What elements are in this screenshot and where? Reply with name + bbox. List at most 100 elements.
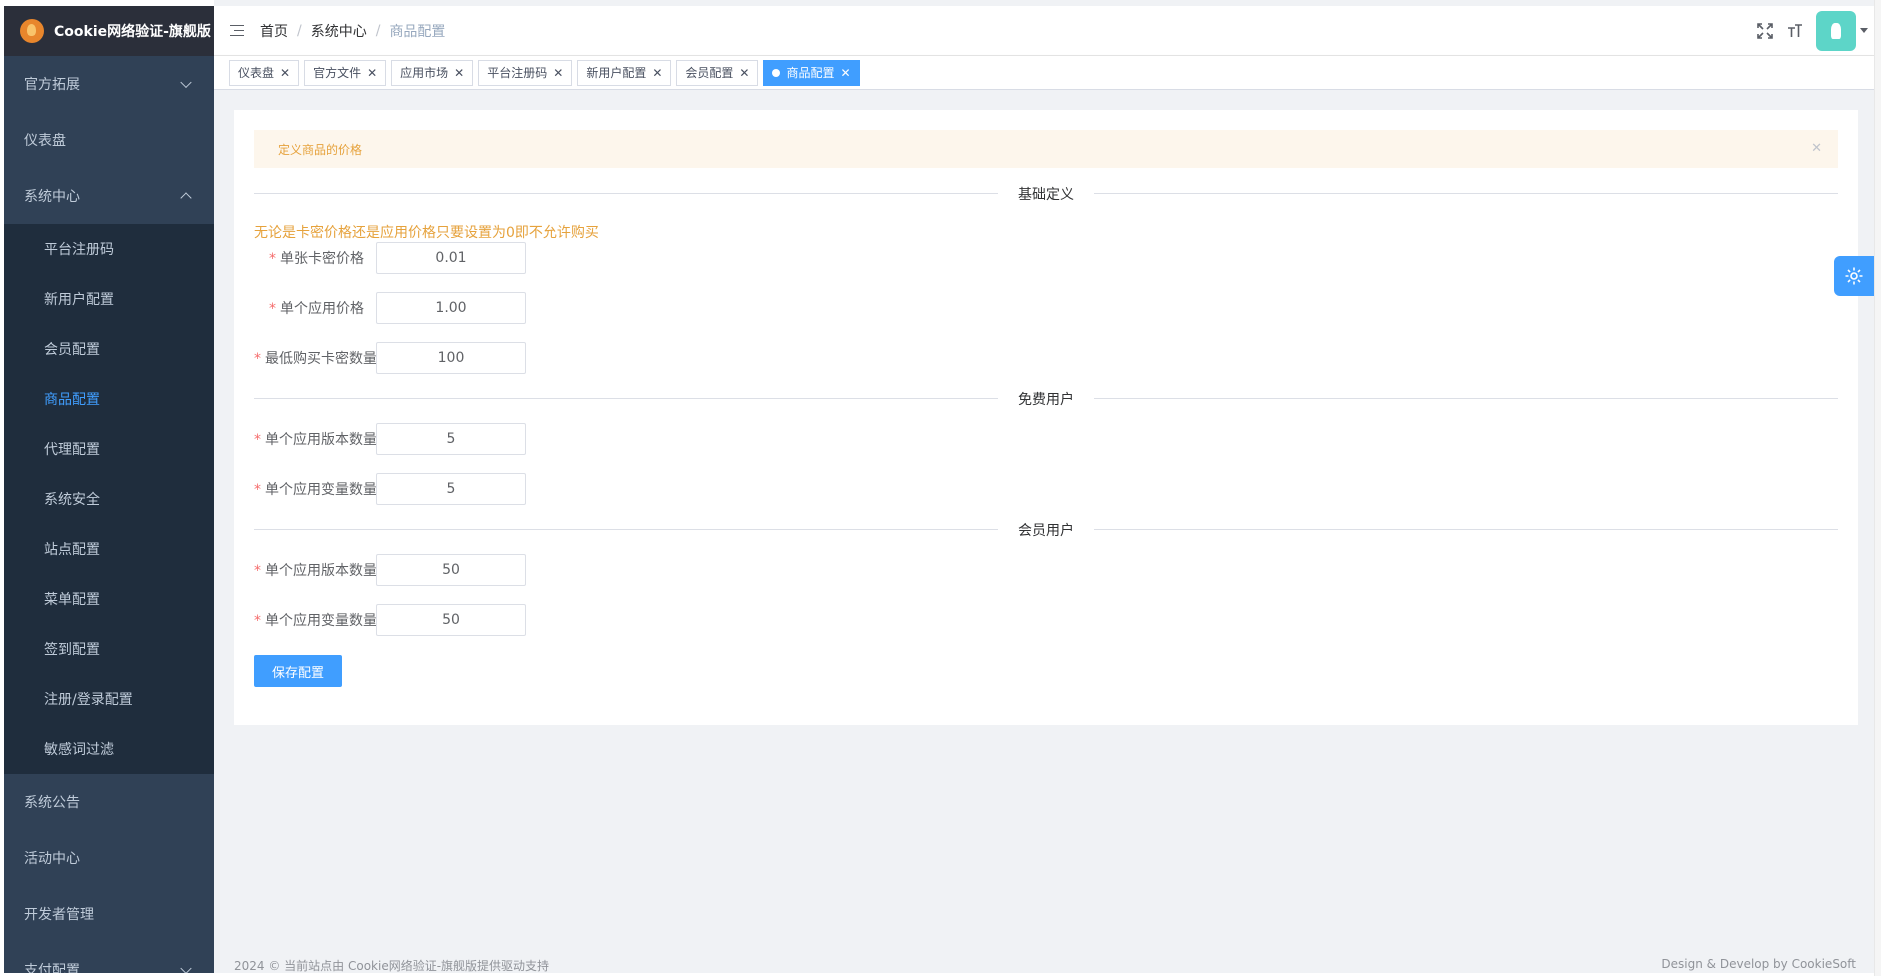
sidebar-item-payment-config[interactable]: 支付配置 <box>4 942 214 973</box>
tags-view: 仪表盘 ✕ 官方文件 ✕ 应用市场 ✕ 平台注册码 ✕ 新用户配置 ✕ 会员配置 ✕ 商品配… <box>214 56 1874 90</box>
close-icon[interactable]: ✕ <box>553 61 563 85</box>
tag-member-config[interactable]: 会员配置 ✕ <box>676 59 759 86</box>
sidebar-item-activity-center[interactable]: 活动中心 <box>4 830 214 886</box>
section-title: 会员用户 <box>998 520 1094 540</box>
submenu-item-site-config[interactable]: 站点配置 <box>4 524 214 574</box>
font-size-icon[interactable] <box>1780 16 1810 46</box>
form-label: * 单个应用版本数量 <box>254 563 377 579</box>
member-versions-input[interactable] <box>376 554 526 586</box>
required-mark: * <box>254 563 261 579</box>
sidebar-item-official-extension[interactable]: 官方拓展 <box>4 56 214 112</box>
main-content: 定义商品的价格 ✕ 基础定义 无论是卡密价格还是应用价格只要设置为0即不允许购买… <box>214 90 1874 973</box>
tag-label: 新用户配置 <box>586 65 647 80</box>
free-variables-input[interactable] <box>376 473 526 505</box>
sidebar-item-label: 活动中心 <box>24 851 80 867</box>
required-mark: * <box>254 432 261 448</box>
app-title: Cookie网络验证-旗舰版 <box>54 24 211 40</box>
section-title: 免费用户 <box>998 389 1094 409</box>
submenu-item-new-user-config[interactable]: 新用户配置 <box>4 274 214 324</box>
submenu-item-register-login-config[interactable]: 注册/登录配置 <box>4 674 214 724</box>
form-label: * 单个应用价格 <box>269 301 364 317</box>
alert-text: 定义商品的价格 <box>278 142 363 157</box>
submenu-item-system-security[interactable]: 系统安全 <box>4 474 214 524</box>
gear-icon[interactable] <box>1834 256 1874 296</box>
submenu-item-label: 签到配置 <box>44 642 100 658</box>
tag-platform-code[interactable]: 平台注册码 ✕ <box>478 59 573 86</box>
sidebar-item-system-center[interactable]: 系统中心 <box>4 168 214 224</box>
submenu-item-sensitive-words[interactable]: 敏感词过滤 <box>4 724 214 774</box>
tag-label: 会员配置 <box>685 65 734 80</box>
submenu-item-label: 商品配置 <box>44 392 100 408</box>
product-config-card: 定义商品的价格 ✕ 基础定义 无论是卡密价格还是应用价格只要设置为0即不允许购买… <box>234 110 1858 725</box>
form-row-free-variables: * 单个应用变量数量 <box>254 473 526 505</box>
close-icon[interactable]: ✕ <box>652 61 662 85</box>
submenu-item-checkin-config[interactable]: 签到配置 <box>4 624 214 674</box>
card-price-input[interactable] <box>376 242 526 274</box>
submenu-item-label: 注册/登录配置 <box>44 692 133 708</box>
app-logo-icon <box>20 19 44 43</box>
close-icon[interactable]: ✕ <box>454 61 464 85</box>
footer-copyright: 2024 © 当前站点由 Cookie网络验证-旗舰版提供驱动支持 <box>234 959 550 973</box>
caret-down-icon[interactable] <box>1860 28 1868 33</box>
form-row-member-variables: * 单个应用变量数量 <box>254 604 526 636</box>
sidebar-item-label: 支付配置 <box>24 963 80 973</box>
form-row-card-price: * 单张卡密价格 <box>254 242 526 274</box>
close-icon[interactable]: ✕ <box>840 61 850 85</box>
tag-app-market[interactable]: 应用市场 ✕ <box>391 59 474 86</box>
required-mark: * <box>254 613 261 629</box>
submenu-item-menu-config[interactable]: 菜单配置 <box>4 574 214 624</box>
form-row-member-versions: * 单个应用版本数量 <box>254 554 526 586</box>
free-versions-input[interactable] <box>376 423 526 455</box>
app-logo-bar[interactable]: Cookie网络验证-旗舰版 <box>4 6 214 56</box>
form-label: * 单个应用变量数量 <box>254 613 377 629</box>
tag-dashboard[interactable]: 仪表盘 ✕ <box>229 59 300 86</box>
breadcrumb-separator: / <box>375 22 381 39</box>
min-cards-input[interactable] <box>376 342 526 374</box>
save-config-button[interactable]: 保存配置 <box>254 655 342 687</box>
close-icon[interactable]: ✕ <box>739 61 749 85</box>
breadcrumb: 首页 / 系统中心 / 商品配置 <box>260 21 445 41</box>
hamburger-icon[interactable] <box>230 24 244 37</box>
sidebar: Cookie网络验证-旗舰版 官方拓展 仪表盘 系统中心 平台注册码 新用户配置… <box>4 6 214 973</box>
avatar[interactable] <box>1816 10 1856 51</box>
submenu-item-label: 系统安全 <box>44 492 100 508</box>
submenu-item-label: 站点配置 <box>44 542 100 558</box>
form-row-app-price: * 单个应用价格 <box>254 292 526 324</box>
sidebar-item-announcements[interactable]: 系统公告 <box>4 774 214 830</box>
submenu-item-platform-code[interactable]: 平台注册码 <box>4 224 214 274</box>
tag-label: 平台注册码 <box>487 65 548 80</box>
section-divider-free: 免费用户 <box>254 389 1838 409</box>
close-icon[interactable]: ✕ <box>280 61 290 85</box>
footer-credit: Design & Develop by CookieSoft <box>1661 957 1856 971</box>
close-icon[interactable]: ✕ <box>1811 141 1822 156</box>
app-price-input[interactable] <box>376 292 526 324</box>
form-row-free-versions: * 单个应用版本数量 <box>254 423 526 455</box>
submenu-item-label: 平台注册码 <box>44 242 114 258</box>
sidebar-item-dashboard[interactable]: 仪表盘 <box>4 112 214 168</box>
price-warning: 无论是卡密价格还是应用价格只要设置为0即不允许购买 <box>254 225 599 241</box>
submenu-item-label: 菜单配置 <box>44 592 100 608</box>
submenu-item-member-config[interactable]: 会员配置 <box>4 324 214 374</box>
breadcrumb-system-center[interactable]: 系统中心 <box>311 21 367 41</box>
breadcrumb-current: 商品配置 <box>389 23 446 40</box>
submenu-item-agent-config[interactable]: 代理配置 <box>4 424 214 474</box>
window-edge <box>1874 0 1881 976</box>
chevron-up-icon <box>180 192 192 204</box>
required-mark: * <box>269 251 276 267</box>
system-center-submenu: 平台注册码 新用户配置 会员配置 商品配置 代理配置 系统安全 站点配置 菜单配… <box>4 224 214 774</box>
section-divider-basic: 基础定义 <box>254 184 1838 204</box>
form-label: * 单个应用变量数量 <box>254 482 377 498</box>
fullscreen-icon[interactable] <box>1750 16 1780 46</box>
member-variables-input[interactable] <box>376 604 526 636</box>
sidebar-item-label: 官方拓展 <box>24 77 80 93</box>
close-icon[interactable]: ✕ <box>367 61 377 85</box>
tag-new-user-config[interactable]: 新用户配置 ✕ <box>577 59 672 86</box>
navbar: 首页 / 系统中心 / 商品配置 <box>214 6 1874 56</box>
required-mark: * <box>254 482 261 498</box>
sidebar-item-developer-management[interactable]: 开发者管理 <box>4 886 214 942</box>
tag-official-files[interactable]: 官方文件 ✕ <box>304 59 387 86</box>
submenu-item-product-config[interactable]: 商品配置 <box>4 374 214 424</box>
tag-label: 应用市场 <box>400 65 449 80</box>
tag-product-config[interactable]: 商品配置 ✕ <box>763 59 860 86</box>
breadcrumb-home[interactable]: 首页 <box>260 21 288 41</box>
